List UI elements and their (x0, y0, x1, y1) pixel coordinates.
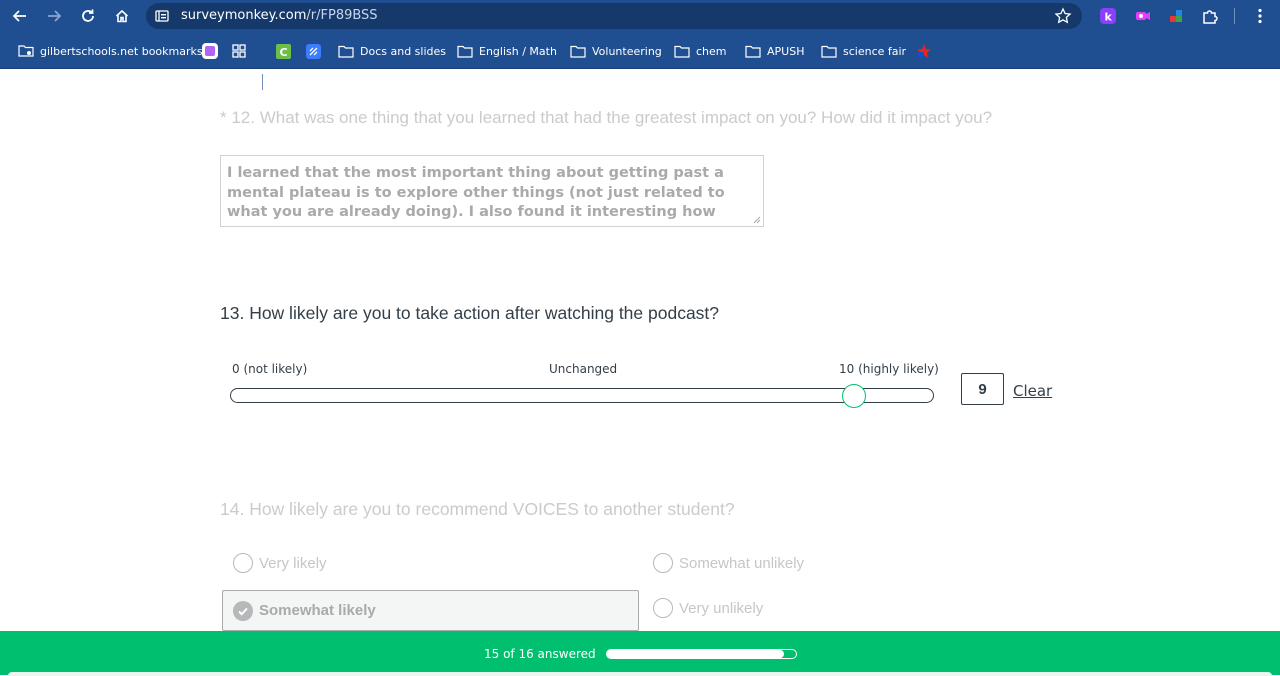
forward-arrow-icon[interactable] (43, 5, 65, 27)
blue-app-icon (306, 43, 321, 59)
toolbar-divider (1234, 8, 1235, 24)
bookmark-label: science fair (843, 44, 907, 58)
bookmark-apps-grid[interactable] (232, 42, 252, 60)
folder-icon (745, 45, 761, 58)
url-domain: surveymonkey.com (181, 8, 307, 23)
clear-link[interactable]: Clear (1013, 382, 1052, 400)
classroom-c-icon: C (276, 43, 291, 59)
bookmark-star-icon[interactable] (1054, 7, 1072, 30)
apps-grid-icon (232, 44, 246, 58)
checkmark-icon[interactable] (233, 600, 253, 621)
bookmark-apush[interactable]: APUSH (745, 42, 804, 60)
radio-circle[interactable] (233, 553, 253, 573)
bookmark-classroom-app[interactable]: C (276, 42, 297, 60)
bookmark-label: chem (696, 44, 727, 58)
bookmarks-divider (262, 74, 263, 90)
address-bar[interactable]: surveymonkey.com/r/FP89BSS (146, 3, 1082, 29)
color-picker-extension-icon[interactable] (1166, 6, 1186, 26)
slider-value-input[interactable]: 9 (961, 373, 1004, 405)
option-somewhat-likely[interactable]: Somewhat likely (222, 590, 639, 631)
option-somewhat-unlikely[interactable]: Somewhat unlikely (653, 553, 804, 573)
svg-text:C: C (280, 46, 288, 59)
bookmark-label: English / Math (479, 44, 557, 58)
url-text: surveymonkey.com/r/FP89BSS (181, 8, 378, 23)
option-very-likely[interactable]: Very likely (233, 553, 327, 573)
folder-icon (457, 45, 473, 58)
bookmark-blue-app[interactable] (306, 42, 327, 60)
option-label: Somewhat likely (259, 602, 376, 619)
bookmark-science-fair[interactable]: science fair (821, 42, 906, 60)
bookmark-english-math[interactable]: English / Math (457, 42, 557, 60)
radio-circle[interactable] (653, 598, 673, 618)
bookmarks-bar: gilbertschools.net bookmarks C Docs and … (0, 32, 1280, 90)
managed-folder-icon (18, 45, 34, 57)
question-13-title: 13. How likely are you to take action af… (220, 303, 720, 323)
question-12-answer-text: I learned that the most important thing … (227, 165, 725, 220)
reload-icon[interactable] (77, 5, 99, 27)
browser-menu-icon[interactable] (1250, 6, 1270, 26)
folder-icon (570, 45, 586, 58)
slider-track[interactable] (230, 388, 934, 403)
extensions-puzzle-icon[interactable] (1200, 6, 1220, 26)
back-arrow-icon[interactable] (9, 5, 31, 27)
svg-text:k: k (1105, 11, 1113, 24)
option-label: Very unlikely (679, 599, 764, 617)
home-icon[interactable] (111, 5, 133, 27)
option-very-unlikely[interactable]: Very unlikely (653, 598, 763, 618)
url-path: /r/FP89BSS (306, 8, 378, 23)
progress-bar-fill (607, 650, 785, 658)
option-label: Somewhat unlikely (679, 554, 805, 572)
progress-text: 15 of 16 answered (484, 647, 596, 661)
resize-grip-icon[interactable] (753, 216, 761, 224)
bookmark-purple-app[interactable] (201, 42, 225, 60)
bookmark-label: gilbertschools.net bookmarks (40, 44, 203, 58)
slider-max-label: 10 (highly likely) (839, 362, 939, 376)
bookmark-gilbertschools[interactable]: gilbertschools.net bookmarks (18, 42, 203, 60)
browser-toolbar: surveymonkey.com/r/FP89BSS k (0, 0, 1280, 32)
purple-app-icon (202, 43, 218, 59)
option-label: Very likely (259, 554, 327, 572)
question-12-textarea[interactable]: I learned that the most important thing … (220, 155, 764, 227)
footer-panel-edge (8, 672, 1272, 676)
kami-extension-icon[interactable]: k (1098, 6, 1118, 26)
folder-icon (674, 45, 690, 58)
progress-bar (606, 649, 797, 659)
site-info-icon[interactable] (154, 8, 170, 29)
bookmark-volunteering[interactable]: Volunteering (570, 42, 662, 60)
red-star-icon (917, 44, 931, 58)
question-12-title: * 12. What was one thing that you learne… (220, 108, 993, 127)
slider-mid-label: Unchanged (549, 362, 618, 376)
folder-icon (821, 45, 837, 58)
bookmark-label: Docs and slides (360, 44, 446, 58)
progress-footer: 15 of 16 answered (0, 631, 1280, 676)
bookmark-label: Volunteering (592, 44, 662, 58)
radio-circle[interactable] (653, 553, 673, 573)
bookmark-chem[interactable]: chem (674, 42, 727, 60)
slider-thumb[interactable] (842, 384, 866, 408)
folder-icon (338, 45, 354, 58)
bookmark-star-app[interactable] (916, 42, 938, 60)
question-14-title: 14. How likely are you to recommend VOIC… (220, 499, 735, 519)
slider-min-label: 0 (not likely) (232, 362, 308, 376)
screencast-extension-icon[interactable] (1132, 6, 1152, 26)
bookmark-label: APUSH (767, 44, 805, 58)
bookmark-docs-slides[interactable]: Docs and slides (338, 42, 446, 60)
